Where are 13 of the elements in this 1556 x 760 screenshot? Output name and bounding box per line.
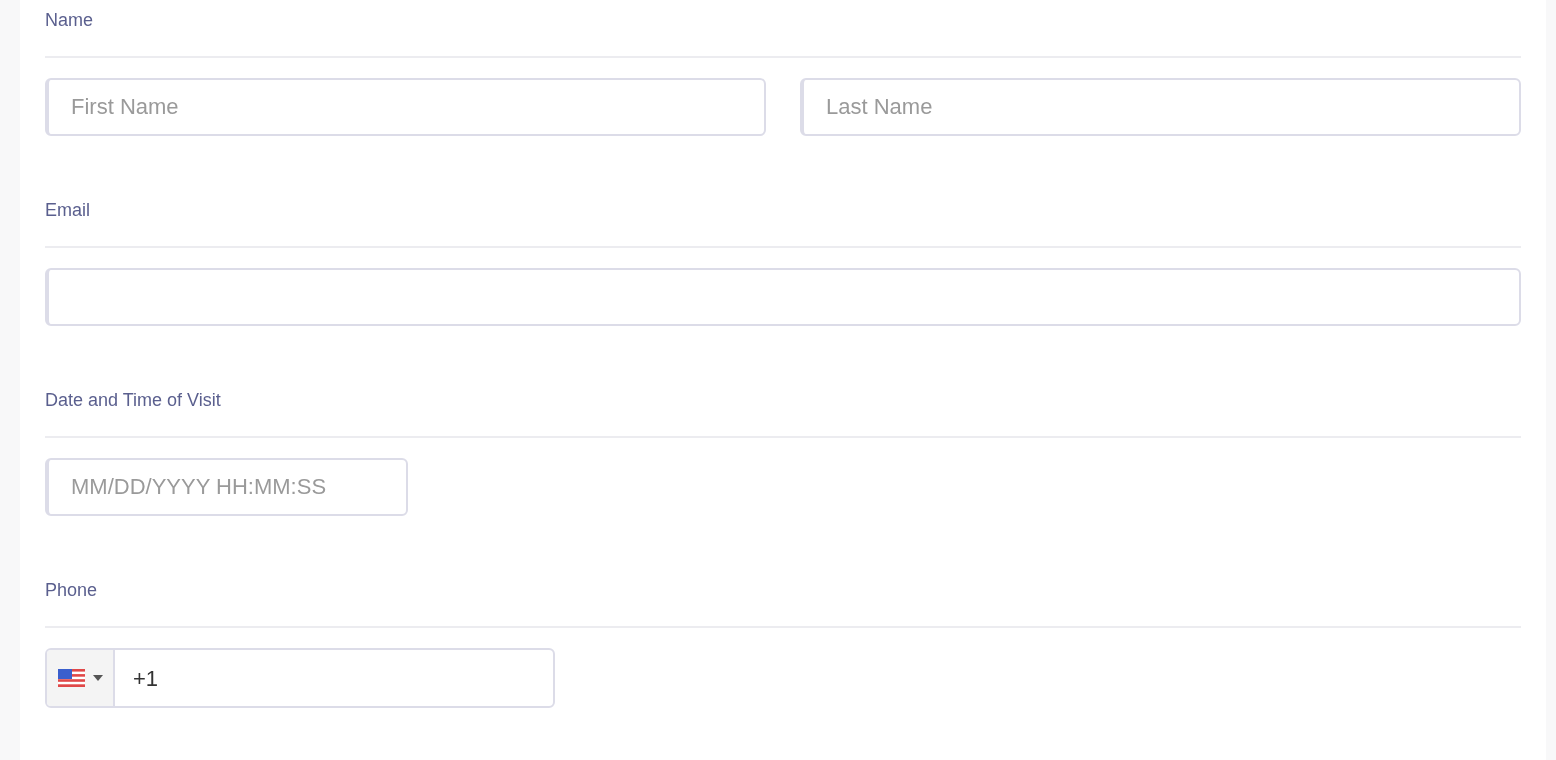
input-field[interactable]: +1 [115,650,553,706]
section-label: Email [45,200,91,222]
phone-field[interactable]: +1 [45,648,555,708]
section-label: Phone [45,580,99,602]
input-field[interactable]: First Name [45,78,766,136]
input-field[interactable] [45,268,1521,326]
section-label: Name [45,10,94,32]
flag-icon [57,669,85,687]
section-label: Date and Time of Visit [45,390,222,412]
caret-icon [92,675,103,681]
input-field[interactable]: MM/DD/YYYY HH:MM:SS [45,458,408,516]
country-dropdown[interactable] [47,650,115,706]
input-field[interactable]: Last Name [800,78,1521,136]
